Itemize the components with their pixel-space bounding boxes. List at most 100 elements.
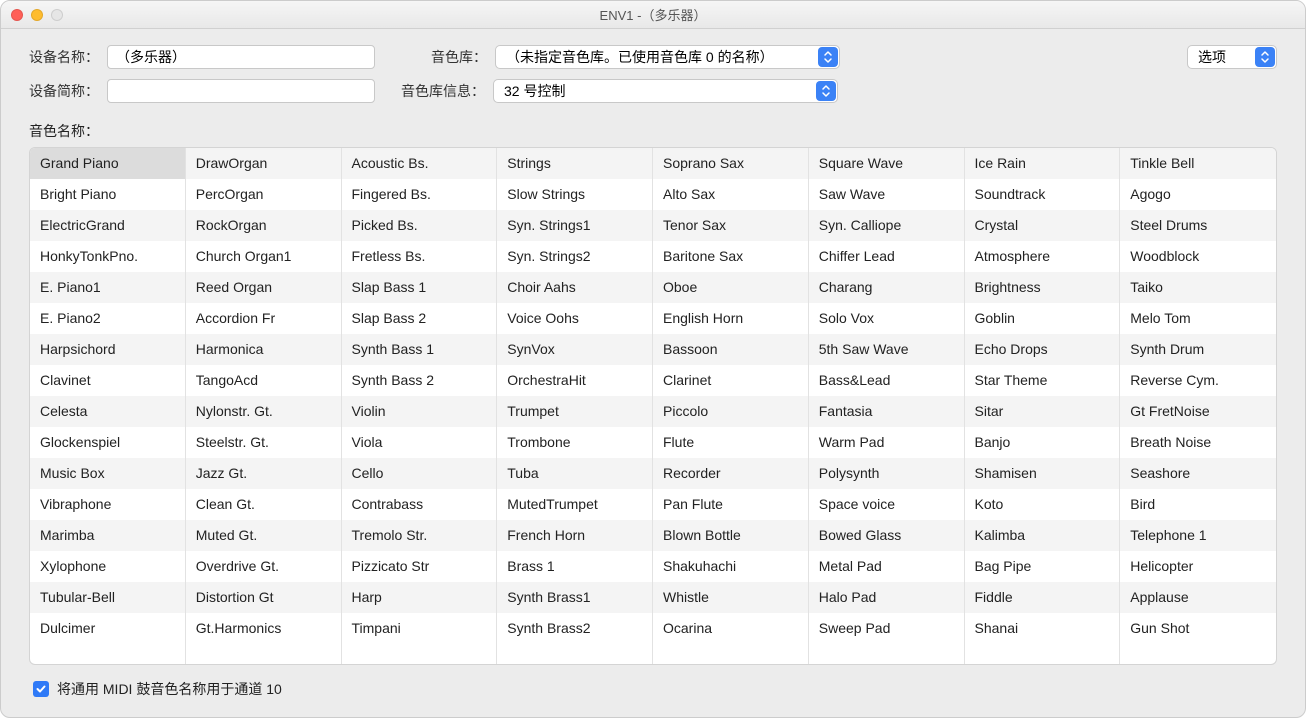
patch-cell[interactable]: Distortion Gt xyxy=(186,582,341,613)
patch-cell[interactable]: Seashore xyxy=(1120,458,1276,489)
patch-cell[interactable]: Music Box xyxy=(30,458,185,489)
patch-cell[interactable]: DrawOrgan xyxy=(186,148,341,179)
patch-cell[interactable]: Fiddle xyxy=(965,582,1120,613)
patch-cell[interactable]: Violin xyxy=(342,396,497,427)
patch-cell[interactable]: Blown Bottle xyxy=(653,520,808,551)
patch-cell[interactable]: Steel Drums xyxy=(1120,210,1276,241)
patch-cell[interactable]: Trombone xyxy=(497,427,652,458)
patch-cell[interactable]: Viola xyxy=(342,427,497,458)
patch-cell[interactable]: SynVox xyxy=(497,334,652,365)
patch-cell[interactable]: Telephone 1 xyxy=(1120,520,1276,551)
patch-cell[interactable]: Fretless Bs. xyxy=(342,241,497,272)
patch-cell[interactable]: Voice Oohs xyxy=(497,303,652,334)
patch-cell[interactable]: Tinkle Bell xyxy=(1120,148,1276,179)
patch-cell[interactable]: Woodblock xyxy=(1120,241,1276,272)
patch-cell[interactable]: Alto Sax xyxy=(653,179,808,210)
patch-cell[interactable]: Xylophone xyxy=(30,551,185,582)
patch-cell[interactable]: Melo Tom xyxy=(1120,303,1276,334)
patch-cell[interactable]: Warm Pad xyxy=(809,427,964,458)
patch-cell[interactable]: Acoustic Bs. xyxy=(342,148,497,179)
patch-cell[interactable]: Nylonstr. Gt. xyxy=(186,396,341,427)
patch-cell[interactable]: Ocarina xyxy=(653,613,808,644)
patch-cell[interactable]: Choir Aahs xyxy=(497,272,652,303)
patch-cell[interactable]: Bassoon xyxy=(653,334,808,365)
patch-cell[interactable]: OrchestraHit xyxy=(497,365,652,396)
patch-cell[interactable]: Space voice xyxy=(809,489,964,520)
patch-cell[interactable]: Tenor Sax xyxy=(653,210,808,241)
patch-cell[interactable]: Reverse Cym. xyxy=(1120,365,1276,396)
patch-cell[interactable]: Bag Pipe xyxy=(965,551,1120,582)
patch-cell[interactable]: Syn. Strings2 xyxy=(497,241,652,272)
patch-cell[interactable]: Contrabass xyxy=(342,489,497,520)
patch-cell[interactable]: 5th Saw Wave xyxy=(809,334,964,365)
patch-cell[interactable]: Fantasia xyxy=(809,396,964,427)
patch-cell[interactable]: Timpani xyxy=(342,613,497,644)
patch-cell[interactable]: Synth Drum xyxy=(1120,334,1276,365)
patch-cell[interactable]: Gt FretNoise xyxy=(1120,396,1276,427)
patch-cell[interactable]: Overdrive Gt. xyxy=(186,551,341,582)
patch-cell[interactable]: Clean Gt. xyxy=(186,489,341,520)
patch-cell[interactable]: Pizzicato Str xyxy=(342,551,497,582)
patch-cell[interactable]: Polysynth xyxy=(809,458,964,489)
patch-cell[interactable]: Harpsichord xyxy=(30,334,185,365)
patch-cell[interactable]: Church Organ1 xyxy=(186,241,341,272)
patch-cell[interactable]: Slow Strings xyxy=(497,179,652,210)
gm-drums-checkbox[interactable] xyxy=(33,681,49,697)
patch-cell[interactable]: Metal Pad xyxy=(809,551,964,582)
patch-cell[interactable]: Brightness xyxy=(965,272,1120,303)
patch-cell[interactable]: Slap Bass 1 xyxy=(342,272,497,303)
device-name-input[interactable] xyxy=(107,45,375,69)
patch-cell[interactable]: Shanai xyxy=(965,613,1120,644)
patch-cell[interactable]: Piccolo xyxy=(653,396,808,427)
patch-cell[interactable]: Soprano Sax xyxy=(653,148,808,179)
patch-cell[interactable]: Muted Gt. xyxy=(186,520,341,551)
patch-cell[interactable]: Soundtrack xyxy=(965,179,1120,210)
patch-cell[interactable]: Bird xyxy=(1120,489,1276,520)
patch-cell[interactable]: Shakuhachi xyxy=(653,551,808,582)
patch-cell[interactable]: Square Wave xyxy=(809,148,964,179)
patch-cell[interactable]: English Horn xyxy=(653,303,808,334)
patch-cell[interactable]: Gt.Harmonics xyxy=(186,613,341,644)
patch-cell[interactable]: Syn. Strings1 xyxy=(497,210,652,241)
patch-cell[interactable]: Halo Pad xyxy=(809,582,964,613)
patch-cell[interactable]: Taiko xyxy=(1120,272,1276,303)
patch-cell[interactable]: Synth Bass 1 xyxy=(342,334,497,365)
patch-cell[interactable]: Accordion Fr xyxy=(186,303,341,334)
patch-cell[interactable]: Glockenspiel xyxy=(30,427,185,458)
patch-cell[interactable]: E. Piano2 xyxy=(30,303,185,334)
patch-cell[interactable]: MutedTrumpet xyxy=(497,489,652,520)
patch-cell[interactable]: Synth Bass 2 xyxy=(342,365,497,396)
patch-cell[interactable]: Ice Rain xyxy=(965,148,1120,179)
patch-cell[interactable]: Tuba xyxy=(497,458,652,489)
patch-cell[interactable]: HonkyTonkPno. xyxy=(30,241,185,272)
patch-cell[interactable]: Tremolo Str. xyxy=(342,520,497,551)
patch-cell[interactable]: Charang xyxy=(809,272,964,303)
patch-cell[interactable]: Celesta xyxy=(30,396,185,427)
patch-cell[interactable]: Saw Wave xyxy=(809,179,964,210)
patch-cell[interactable]: Atmosphere xyxy=(965,241,1120,272)
patch-cell[interactable]: Picked Bs. xyxy=(342,210,497,241)
patch-cell[interactable]: Goblin xyxy=(965,303,1120,334)
patch-cell[interactable]: French Horn xyxy=(497,520,652,551)
patch-cell[interactable]: Bright Piano xyxy=(30,179,185,210)
patch-cell[interactable]: Sweep Pad xyxy=(809,613,964,644)
patch-cell[interactable]: Clarinet xyxy=(653,365,808,396)
patch-cell[interactable]: Steelstr. Gt. xyxy=(186,427,341,458)
patch-cell[interactable]: Cello xyxy=(342,458,497,489)
patch-cell[interactable]: Star Theme xyxy=(965,365,1120,396)
device-short-input[interactable] xyxy=(107,79,375,103)
patch-cell[interactable]: Kalimba xyxy=(965,520,1120,551)
patch-cell[interactable]: TangoAcd xyxy=(186,365,341,396)
patch-cell[interactable]: Bowed Glass xyxy=(809,520,964,551)
patch-cell[interactable]: Jazz Gt. xyxy=(186,458,341,489)
patch-cell[interactable]: ElectricGrand xyxy=(30,210,185,241)
patch-cell[interactable]: Clavinet xyxy=(30,365,185,396)
patch-cell[interactable]: Harp xyxy=(342,582,497,613)
patch-cell[interactable]: Chiffer Lead xyxy=(809,241,964,272)
patch-cell[interactable]: Solo Vox xyxy=(809,303,964,334)
patch-cell[interactable]: Brass 1 xyxy=(497,551,652,582)
patch-cell[interactable]: E. Piano1 xyxy=(30,272,185,303)
patch-cell[interactable]: Oboe xyxy=(653,272,808,303)
patch-cell[interactable]: Fingered Bs. xyxy=(342,179,497,210)
patch-cell[interactable]: Trumpet xyxy=(497,396,652,427)
